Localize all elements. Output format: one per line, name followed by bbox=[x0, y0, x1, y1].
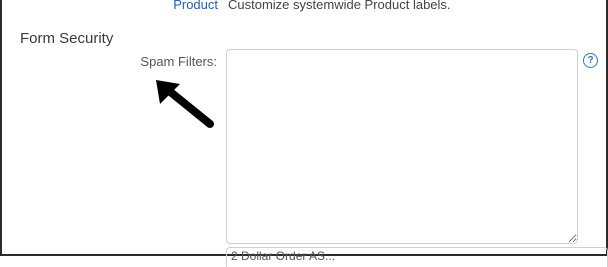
spam-filters-textarea[interactable] bbox=[226, 49, 578, 244]
section-title: Form Security bbox=[20, 30, 114, 47]
product-description: Customize systemwide Product labels. bbox=[228, 0, 451, 12]
pointer-arrow-icon bbox=[156, 80, 214, 128]
next-field-peek: 2 Dollar Order AS... bbox=[226, 247, 608, 267]
product-labels-row: Product Customize systemwide Product lab… bbox=[0, 0, 608, 14]
spam-filters-field bbox=[226, 49, 578, 244]
help-icon[interactable]: ? bbox=[583, 53, 598, 68]
product-link[interactable]: Product bbox=[173, 0, 218, 14]
spam-filters-label: Spam Filters: bbox=[140, 54, 217, 69]
